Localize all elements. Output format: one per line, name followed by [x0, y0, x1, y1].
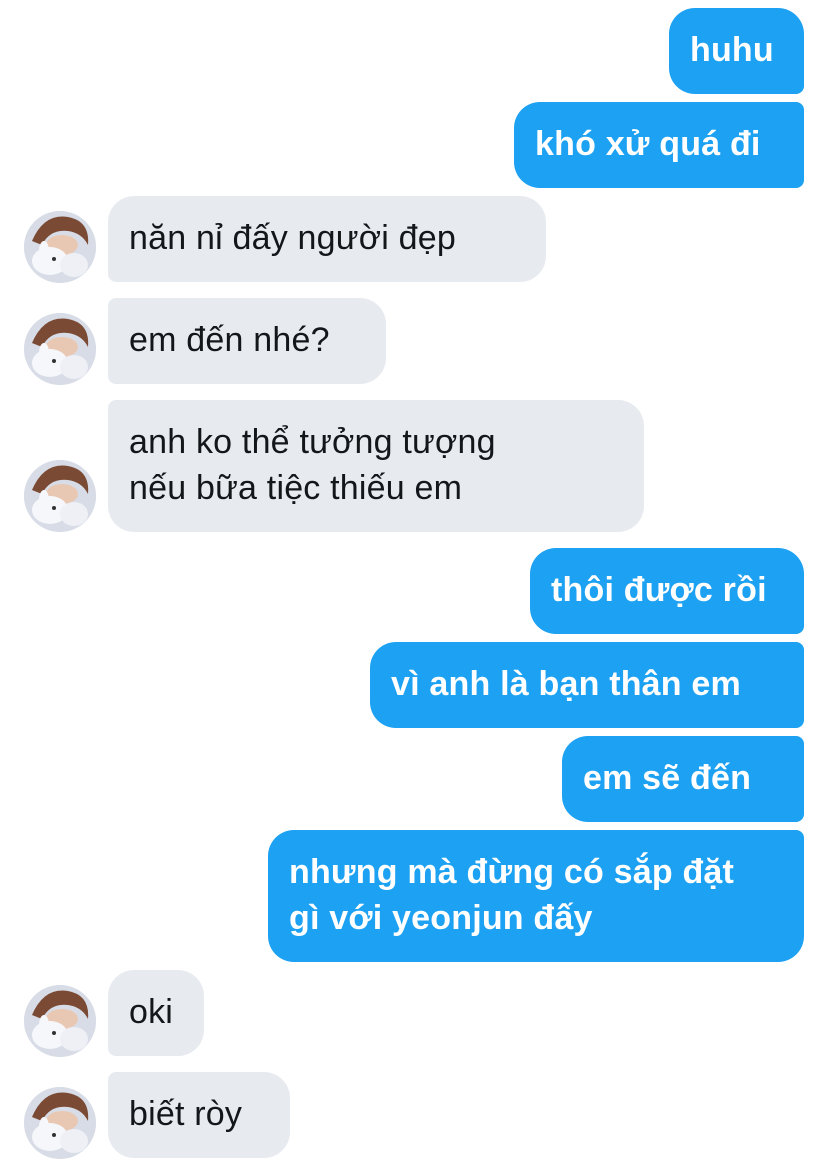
message-bubble-incoming[interactable]: năn nỉ đấy người đẹp: [108, 196, 546, 282]
message-bubble-outgoing[interactable]: huhu: [669, 8, 804, 94]
avatar[interactable]: [24, 460, 96, 532]
user-avatar-icon: [24, 1087, 96, 1159]
message-bubble-outgoing[interactable]: khó xử quá đi: [514, 102, 804, 188]
avatar[interactable]: [24, 1087, 96, 1159]
message-text: biết ròy: [129, 1095, 243, 1133]
message-bubble-outgoing[interactable]: nhưng mà đừng có sắp đặt gì với yeonjun …: [268, 830, 804, 962]
user-avatar-icon: [24, 460, 96, 532]
avatar[interactable]: [24, 313, 96, 385]
message-text: em sẽ đến: [583, 759, 752, 797]
message-text: năn nỉ đấy người đẹp: [129, 219, 456, 257]
message-bubble-outgoing[interactable]: thôi được rồi: [530, 548, 804, 634]
message-text: vì anh là bạn thân em: [391, 665, 741, 703]
message-text-line: nếu bữa tiệc thiếu em: [129, 469, 463, 507]
message-text-line: nhưng mà đừng có sắp đặt: [289, 853, 735, 891]
avatar[interactable]: [24, 211, 96, 283]
user-avatar-icon: [24, 211, 96, 283]
message-bubble-incoming[interactable]: biết ròy: [108, 1072, 290, 1158]
user-avatar-icon: [24, 313, 96, 385]
message-text: huhu: [690, 31, 774, 69]
message-text-line: gì với yeonjun đấy: [289, 899, 593, 937]
message-bubble-outgoing[interactable]: vì anh là bạn thân em: [370, 642, 804, 728]
message-text: em đến nhé?: [129, 321, 330, 359]
message-text: khó xử quá đi: [535, 125, 761, 163]
message-bubble-incoming[interactable]: oki: [108, 970, 204, 1056]
conversation-thread: huhu khó xử quá đi năn nỉ đấy người đẹp: [0, 0, 828, 1163]
avatar[interactable]: [24, 985, 96, 1057]
message-bubble-outgoing[interactable]: em sẽ đến: [562, 736, 804, 822]
message-bubble-incoming[interactable]: anh ko thể tưởng tượng nếu bữa tiệc thiế…: [108, 400, 644, 532]
message-text-line: anh ko thể tưởng tượng: [129, 423, 496, 461]
message-text: thôi được rồi: [551, 571, 767, 609]
user-avatar-icon: [24, 985, 96, 1057]
message-bubble-incoming[interactable]: em đến nhé?: [108, 298, 386, 384]
message-text: oki: [129, 993, 174, 1031]
